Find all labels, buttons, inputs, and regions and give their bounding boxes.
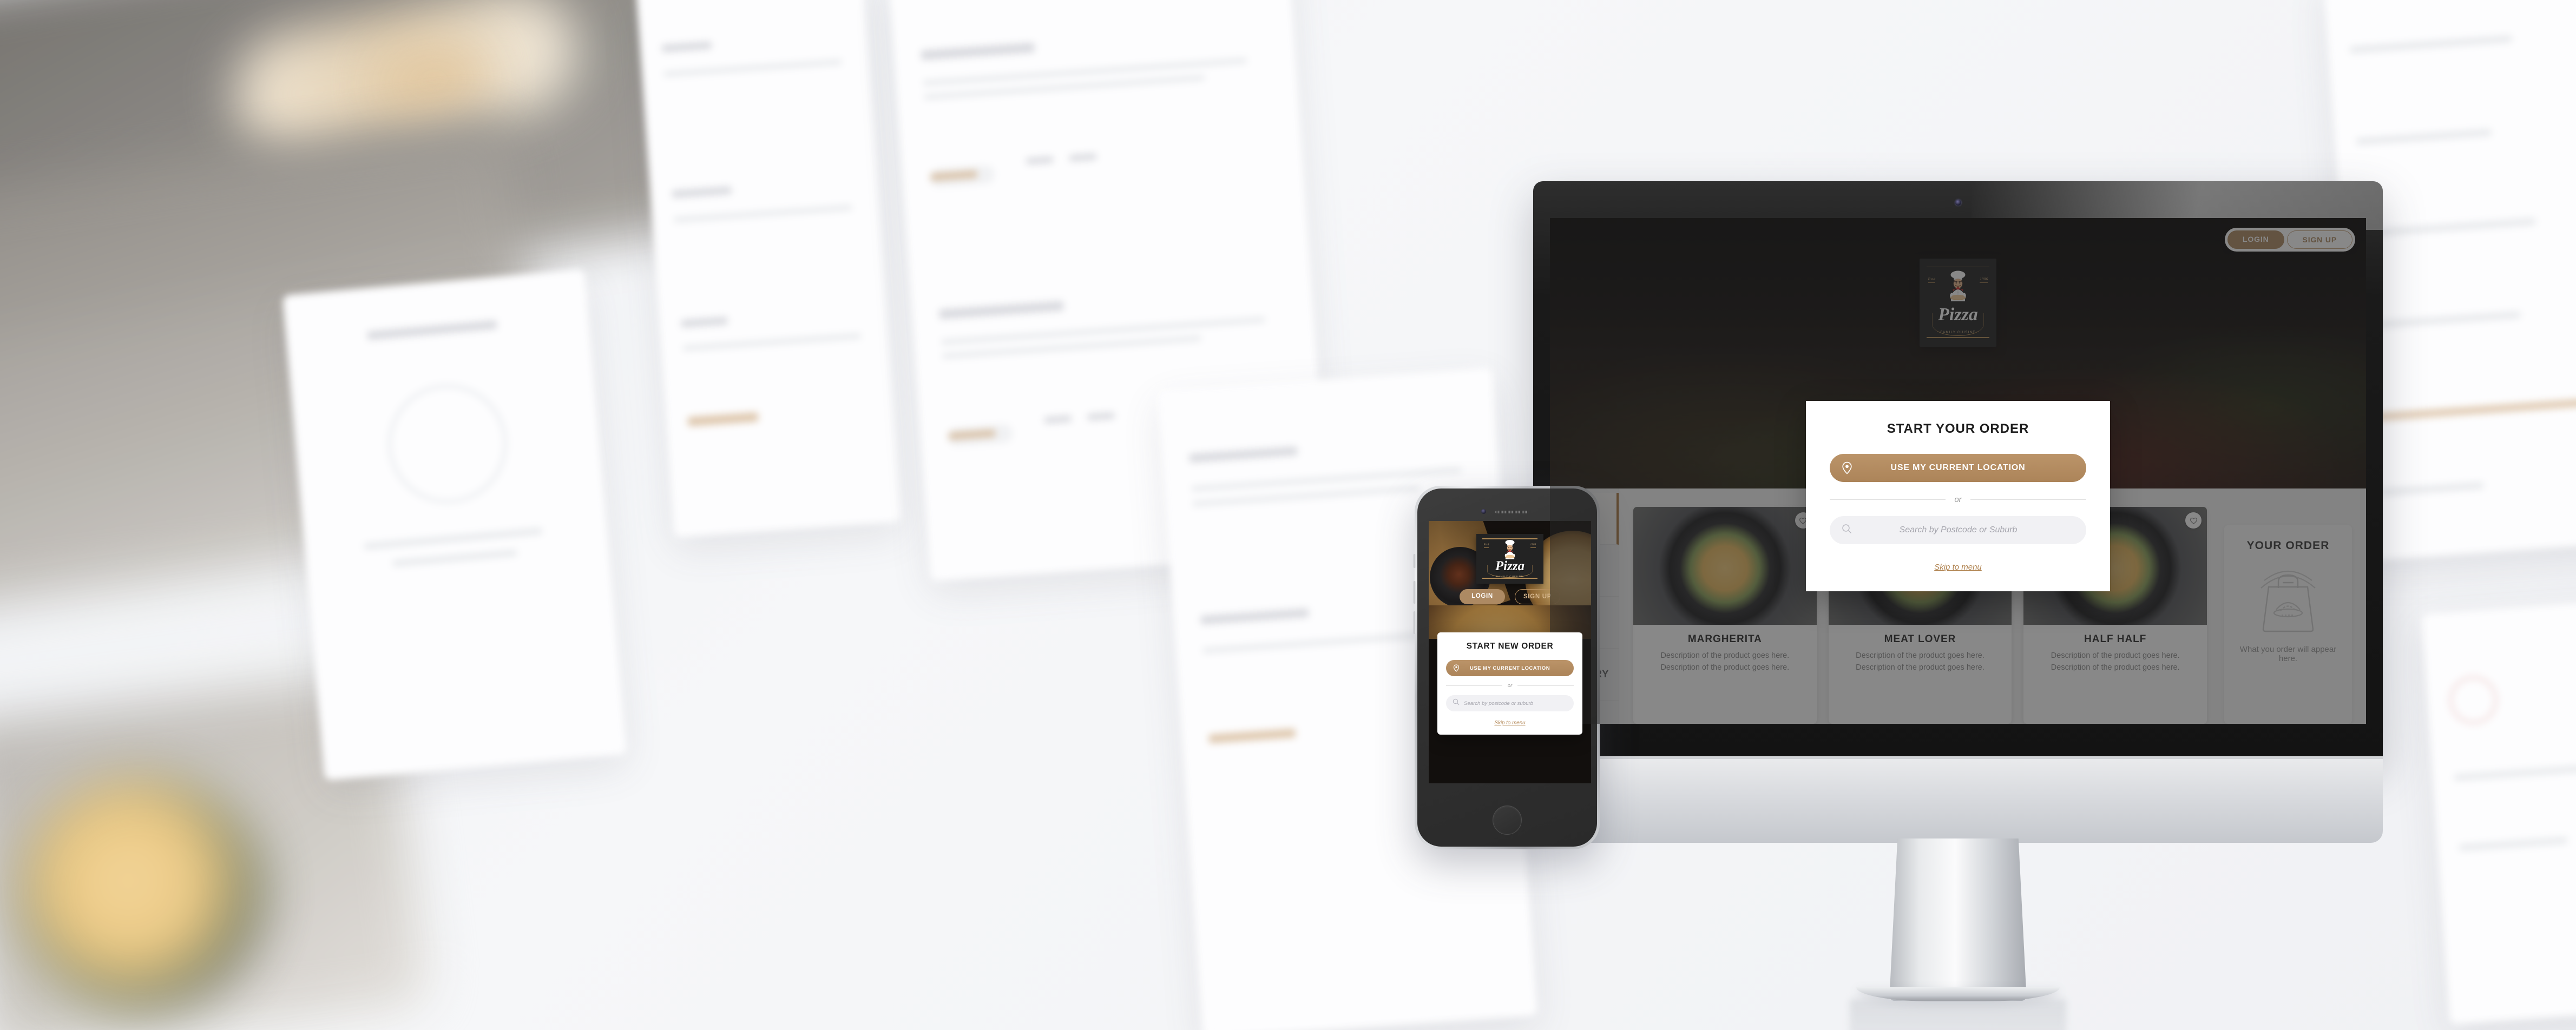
phone-volume-up-button[interactable] (1414, 581, 1416, 604)
modal-title: START YOUR ORDER (1887, 421, 2029, 436)
search-placeholder-text: Search by postcode or suburb (1464, 700, 1533, 707)
phone-volume-down-button[interactable] (1414, 611, 1416, 634)
divider-rule-right (1517, 685, 1574, 686)
front-camera-icon (1481, 509, 1486, 514)
divider-rule-left (1446, 685, 1502, 686)
login-button[interactable]: LOGIN (1460, 589, 1505, 604)
divider-label: or (1954, 495, 1962, 504)
logo-bottom-rule (1482, 578, 1537, 579)
search-placeholder-text: Search by Postcode or Suburb (1899, 525, 2018, 534)
earpiece-speaker (1495, 511, 1529, 513)
background-food-bowl (16, 774, 265, 1012)
divider-or: or (1446, 683, 1574, 689)
start-order-modal: START YOUR ORDER USE MY CURRENT LOCATION… (1806, 401, 2110, 591)
background-ghost-panel (2421, 598, 2576, 1025)
skip-to-menu-link[interactable]: Skip to menu (1934, 563, 1982, 572)
logo-established-year: 1986 (1530, 544, 1536, 549)
home-button[interactable] (1493, 805, 1522, 835)
use-current-location-label: USE MY CURRENT LOCATION (1469, 665, 1550, 671)
modal-title: START NEW ORDER (1466, 642, 1554, 651)
desktop-website: LOGIN SIGN UP Estd 1986 (1550, 218, 2366, 724)
start-new-order-modal: START NEW ORDER USE MY CURRENT LOCATION (1437, 632, 1582, 735)
divider-label: or (1507, 683, 1513, 689)
search-icon (1453, 698, 1460, 708)
divider-or: or (1830, 495, 2086, 504)
skip-to-menu-link[interactable]: Skip to menu (1494, 720, 1525, 726)
use-current-location-button[interactable]: USE MY CURRENT LOCATION (1446, 660, 1574, 676)
monitor-reflection (1850, 999, 2066, 1030)
monitor-screen: LOGIN SIGN UP Estd 1986 (1550, 218, 2366, 724)
postcode-search-input[interactable]: Search by Postcode or Suburb (1830, 516, 2086, 544)
use-current-location-button[interactable]: USE MY CURRENT LOCATION (1830, 454, 2086, 482)
phone-silent-switch[interactable] (1414, 554, 1416, 568)
map-pin-icon (1842, 461, 1852, 474)
background-ghost-panel (282, 269, 627, 781)
map-pin-icon (1453, 664, 1460, 672)
brand-logo-artwork: Estd 1986 (1476, 534, 1543, 584)
monitor-stand-neck (1889, 838, 2027, 1001)
logo-established-label: Estd (1483, 544, 1489, 549)
webcam-icon (1955, 200, 1961, 206)
postcode-search-input[interactable]: Search by postcode or suburb (1446, 695, 1574, 711)
use-current-location-label: USE MY CURRENT LOCATION (1890, 463, 2026, 472)
monitor-chin (1533, 759, 2383, 843)
desktop-monitor-mockup: LOGIN SIGN UP Estd 1986 (1533, 181, 2383, 1030)
divider-rule-left (1830, 499, 1946, 500)
divider-rule-right (1970, 499, 2086, 500)
brand-logo[interactable]: Estd 1986 (1476, 534, 1543, 584)
background-ghost-panel (635, 0, 902, 538)
logo-tagline: FAMILY CUISINE (1496, 575, 1523, 578)
